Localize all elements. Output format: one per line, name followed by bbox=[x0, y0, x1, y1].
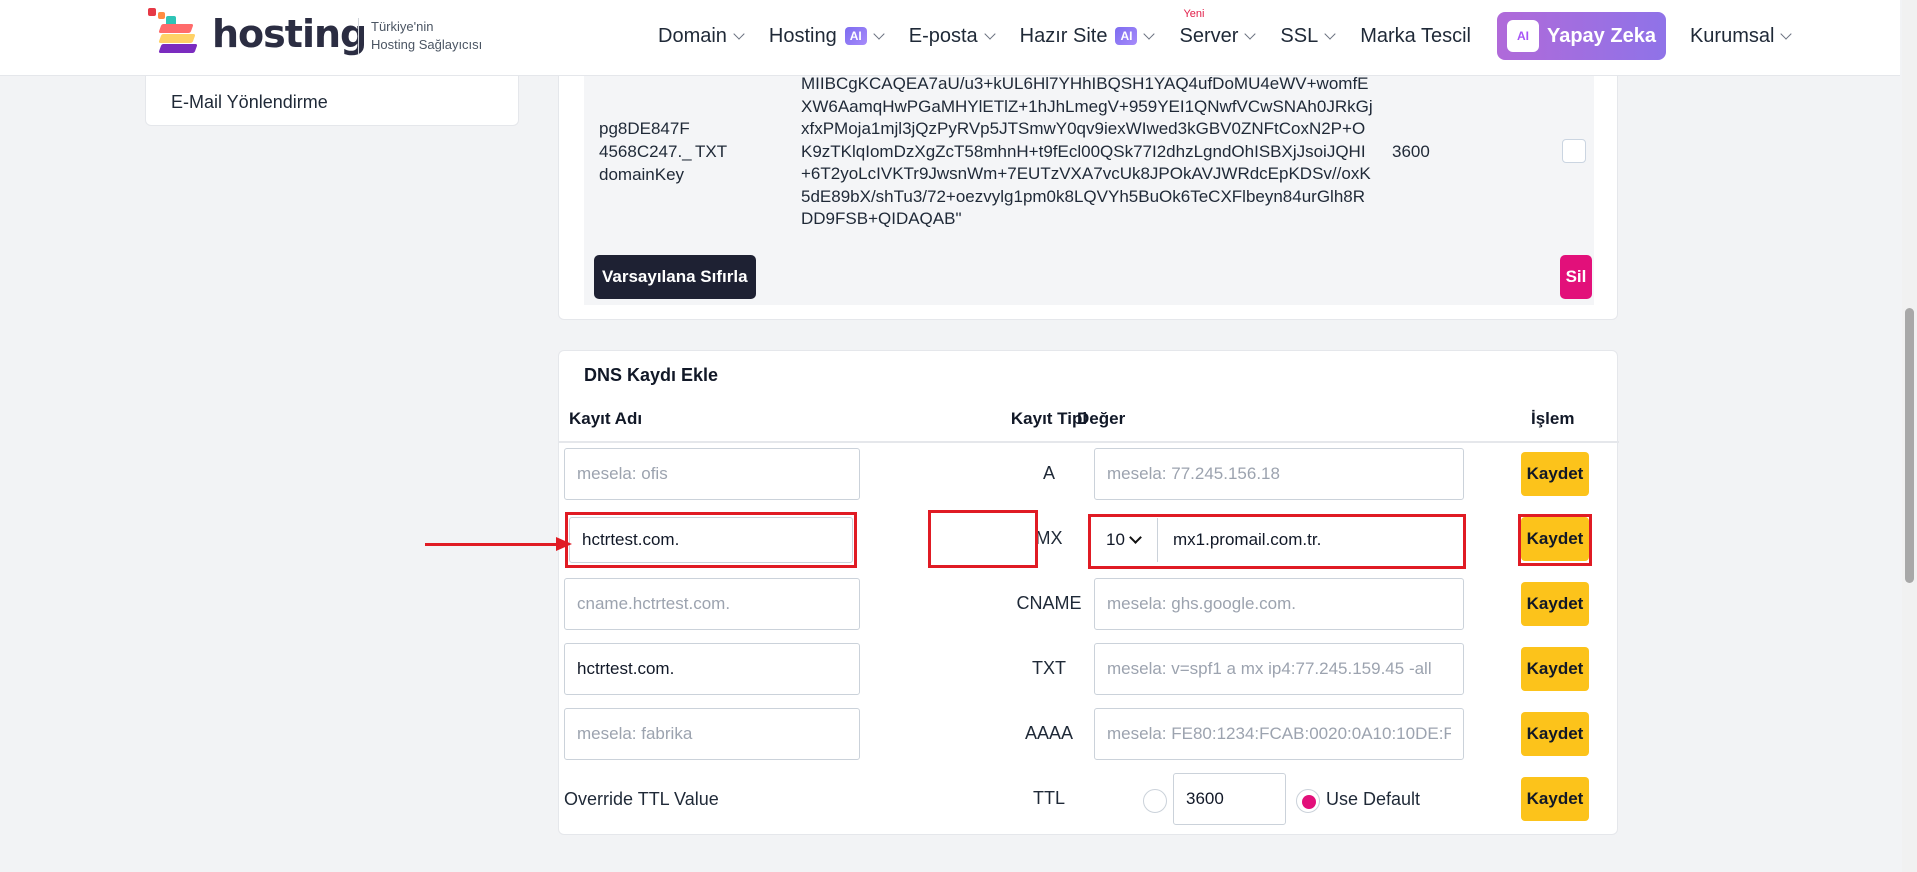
record-name-input[interactable] bbox=[564, 708, 860, 760]
nav-marka-tescil[interactable]: Marka Tescil bbox=[1360, 25, 1471, 48]
main-nav: Domain Hosting AI E-posta Hazır Site AI … bbox=[658, 0, 1816, 72]
dns-add-card: DNS Kaydı Ekle Kayıt Adı Kayıt Tipi Değe… bbox=[558, 350, 1619, 838]
use-default-label: Use Default bbox=[1326, 789, 1421, 809]
highlight-type-box bbox=[928, 510, 1038, 568]
nav-server-label: Server bbox=[1179, 24, 1239, 47]
nav-eposta[interactable]: E-posta bbox=[908, 24, 996, 48]
scrollbar-thumb[interactable] bbox=[1905, 308, 1914, 583]
record-type: TXT bbox=[695, 142, 728, 161]
dns-row-txt: TXT Kaydet bbox=[559, 643, 1619, 708]
chevron-down-icon bbox=[1143, 27, 1156, 40]
chevron-down-icon bbox=[1780, 27, 1793, 40]
record-name-input[interactable] bbox=[564, 448, 860, 500]
chevron-down-icon bbox=[733, 27, 745, 40]
column-header-name: Kayıt Adı bbox=[569, 409, 643, 428]
record-type-label: TTL bbox=[1032, 788, 1065, 808]
dns-row-a: A Kaydet bbox=[559, 448, 1619, 513]
nav-yapay-zeka-button[interactable]: AI Yapay Zeka bbox=[1496, 12, 1666, 60]
save-button[interactable]: Kaydet bbox=[1521, 712, 1589, 756]
record-name: pg8DE847F4568C247._domainKey bbox=[599, 119, 692, 184]
annotation-arrow bbox=[425, 543, 560, 546]
ttl-value-input[interactable] bbox=[1173, 773, 1286, 825]
tagline-line2: Hosting Sağlayıcısı bbox=[371, 37, 483, 52]
record-ttl: 3600 bbox=[1392, 142, 1430, 161]
new-tag: Yeni bbox=[1183, 7, 1205, 20]
record-name-input[interactable] bbox=[564, 643, 860, 695]
delete-button[interactable]: Sil bbox=[1560, 255, 1592, 299]
nav-ssl-label: SSL bbox=[1280, 24, 1319, 47]
dns-row-aaaa: AAAA Kaydet bbox=[559, 708, 1619, 773]
record-value: MIIBCgKCAQEA7aU/u3+kUL6Hl7YHhIBQSH1YAQ4u… bbox=[801, 74, 1373, 228]
nav-eposta-label: E-posta bbox=[908, 24, 978, 47]
nav-yapay-zeka-label: Yapay Zeka bbox=[1546, 24, 1656, 47]
record-value-input[interactable] bbox=[1094, 448, 1464, 500]
nav-ssl[interactable]: SSL bbox=[1280, 24, 1336, 48]
tagline-line1: Türkiye'nin bbox=[371, 19, 434, 34]
chevron-down-icon bbox=[873, 27, 885, 40]
column-header-value: Değer bbox=[1077, 409, 1126, 428]
top-header: hosting Türkiye'nin Hosting Sağlayıcısı … bbox=[0, 0, 1900, 76]
ai-sparkle-icon: AI bbox=[1506, 20, 1539, 52]
sidebar-item-email-forwarding[interactable]: E-Mail Yönlendirme bbox=[171, 92, 328, 113]
ai-badge: AI bbox=[1115, 27, 1138, 45]
sidebar-card: E-Mail Yönlendirme bbox=[145, 76, 519, 126]
nav-kurumsal-label: Kurumsal bbox=[1689, 24, 1775, 47]
nav-hazir-site[interactable]: Hazır Site AI bbox=[1019, 24, 1156, 48]
nav-domain-label: Domain bbox=[658, 24, 727, 47]
nav-server[interactable]: Yeni Server bbox=[1179, 8, 1257, 48]
reset-default-button[interactable]: Varsayılana Sıfırla bbox=[594, 255, 756, 299]
chevron-down-icon bbox=[1244, 27, 1257, 40]
tagline: Türkiye'nin Hosting Sağlayıcısı bbox=[358, 18, 482, 54]
save-button[interactable]: Kaydet bbox=[1521, 777, 1589, 821]
record-select-checkbox[interactable] bbox=[1562, 139, 1586, 163]
nav-marka-tescil-label: Marka Tescil bbox=[1360, 24, 1471, 47]
record-value-input[interactable] bbox=[1094, 643, 1464, 695]
nav-hazir-site-label: Hazır Site bbox=[1019, 24, 1108, 47]
use-default-radio[interactable] bbox=[1296, 789, 1320, 813]
brand-name: hosting bbox=[212, 12, 367, 56]
nav-hosting[interactable]: Hosting AI bbox=[768, 24, 885, 48]
ttl-override-radio[interactable] bbox=[1143, 789, 1167, 813]
dns-row-cname: CNAME Kaydet bbox=[559, 578, 1619, 643]
brand-logo[interactable]: hosting bbox=[148, 8, 367, 60]
record-value-input[interactable] bbox=[1094, 708, 1464, 760]
nav-hosting-label: Hosting bbox=[768, 24, 837, 47]
save-button[interactable]: Kaydet bbox=[1521, 452, 1589, 496]
nav-domain[interactable]: Domain bbox=[658, 24, 745, 48]
highlight-name-box bbox=[565, 512, 857, 568]
nav-kurumsal[interactable]: Kurumsal bbox=[1689, 24, 1793, 48]
ai-badge: AI bbox=[844, 27, 867, 45]
highlight-save-box bbox=[1518, 514, 1592, 566]
chevron-down-icon bbox=[984, 27, 996, 40]
save-button[interactable]: Kaydet bbox=[1521, 582, 1589, 626]
highlight-value-box bbox=[1088, 514, 1466, 569]
header-divider bbox=[559, 441, 1619, 443]
chevron-down-icon bbox=[1324, 27, 1336, 40]
column-header-action: İşlem bbox=[1531, 409, 1575, 428]
record-name-input[interactable] bbox=[564, 578, 860, 630]
page-scrollbar[interactable] bbox=[1902, 0, 1917, 872]
record-value-input[interactable] bbox=[1094, 578, 1464, 630]
card-title: DNS Kaydı Ekle bbox=[584, 365, 719, 385]
ttl-override-label: Override TTL Value bbox=[564, 789, 719, 809]
logo-mark-icon bbox=[148, 8, 212, 60]
arrow-right-icon bbox=[556, 537, 572, 551]
existing-records-card: pg8DE847F4568C247._domainKey TXT MIIBCgK… bbox=[558, 60, 1618, 320]
dns-row-ttl: Override TTL Value TTL Use Default Kayde… bbox=[559, 773, 1619, 838]
save-button[interactable]: Kaydet bbox=[1521, 647, 1589, 691]
